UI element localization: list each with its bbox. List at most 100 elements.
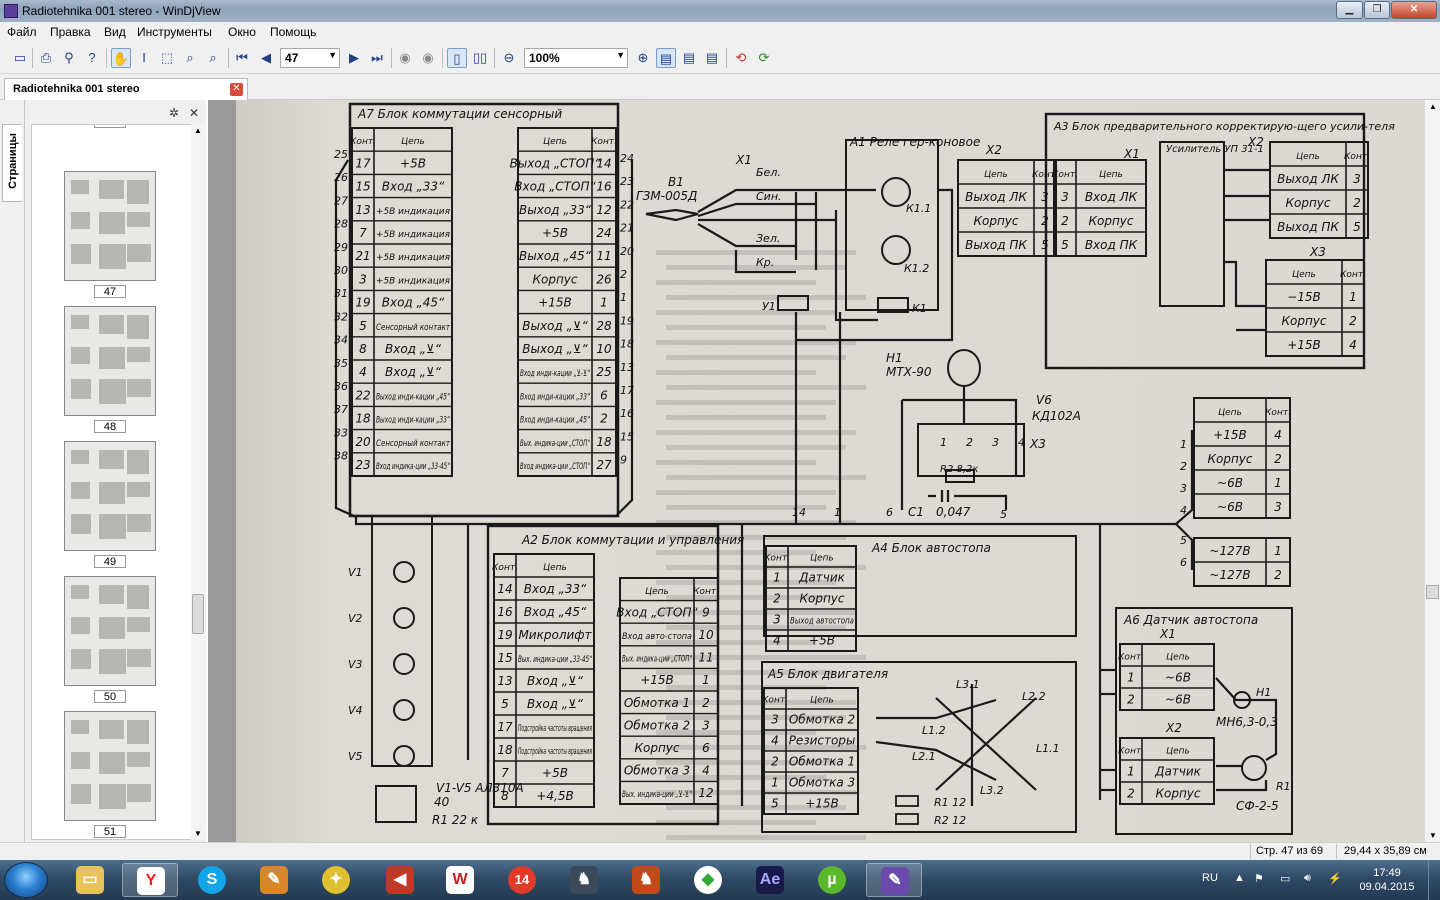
table-header-cell: Конт.	[1340, 270, 1366, 280]
close-tab-icon[interactable]: ✕	[230, 83, 243, 96]
clock[interactable]: 17:49 09.04.2015	[1352, 866, 1422, 894]
back-icon[interactable]: ◉	[395, 48, 415, 68]
table-cell: 7	[501, 766, 509, 780]
menu-file[interactable]: Файл	[7, 25, 37, 39]
show-desktop-button[interactable]	[1428, 860, 1440, 900]
open-icon[interactable]: ▭	[10, 48, 30, 68]
table-header-cell: Конт.	[1118, 652, 1144, 662]
scroll-down-icon[interactable]: ▼	[1429, 831, 1437, 840]
taskbar-app7[interactable]: W	[432, 863, 488, 897]
zoom-combo[interactable]: 100% ▼	[524, 48, 628, 68]
menu-window[interactable]: Окно	[228, 25, 256, 39]
table-cell: 26	[596, 272, 612, 286]
page-thumbnail[interactable]	[64, 306, 156, 416]
zoom-rect-icon[interactable]: ⌕	[203, 48, 223, 68]
table-cell: 2	[1353, 196, 1361, 210]
rotate-left-icon[interactable]: ⟲	[731, 48, 751, 68]
flag-icon[interactable]: ⚑	[1254, 872, 1264, 885]
settings-icon[interactable]: ✲	[169, 106, 179, 120]
find-icon[interactable]: ⚲	[59, 48, 79, 68]
schematic-label: 14	[792, 506, 806, 519]
prev-page-icon[interactable]: ◀	[256, 48, 276, 68]
page-thumbnail[interactable]	[64, 441, 156, 551]
table-header-cell: Цепь	[1166, 746, 1190, 756]
first-page-icon[interactable]: ⏮	[232, 48, 252, 68]
page-size: 29,44 x 35,89 см	[1344, 845, 1427, 857]
scrollbar-thumb[interactable]	[192, 594, 204, 634]
hand-tool-icon[interactable]: ✋	[111, 48, 131, 68]
taskbar: ▭ Y S ✎ ✦ ◀ W 14 ♞ ♞ ◆ Ae µ ✎ RU ▲ ⚑ ▭ 🔊…	[0, 860, 1440, 900]
text-select-icon[interactable]: I	[134, 48, 154, 68]
fit-width-icon[interactable]: ▤	[679, 48, 699, 68]
taskbar-app11[interactable]: ◆	[680, 863, 736, 897]
network-icon[interactable]: ▭	[1280, 872, 1290, 885]
taskbar-utorrent[interactable]: µ	[804, 863, 860, 897]
thumbnail-scrollbar[interactable]: ▲ ▼	[191, 124, 205, 840]
close-panel-icon[interactable]: ✕	[189, 106, 199, 120]
table-cell: Вход „СТОП“	[514, 180, 596, 194]
taskbar-explorer[interactable]: ▭	[62, 863, 118, 897]
table-cell: Вход „⊻“	[385, 342, 442, 356]
start-button[interactable]	[4, 862, 48, 898]
power-icon[interactable]: ⚡	[1328, 872, 1342, 885]
scroll-down-icon[interactable]: ▼	[194, 829, 202, 838]
close-button[interactable]: ✕	[1391, 1, 1437, 19]
taskbar-ae[interactable]: Ae	[742, 863, 798, 897]
language-indicator[interactable]: RU	[1202, 872, 1218, 884]
scroll-up-icon[interactable]: ▲	[1429, 102, 1437, 111]
forward-icon[interactable]: ◉	[418, 48, 438, 68]
maximize-button[interactable]: ❐	[1364, 1, 1390, 19]
menu-help[interactable]: Помощь	[270, 25, 316, 39]
pin-number: 34	[334, 334, 348, 347]
menu-view[interactable]: Вид	[104, 25, 126, 39]
app-icon: ✦	[322, 866, 350, 894]
taskbar-cs2[interactable]: ♞	[618, 863, 674, 897]
thumbnail-page-number: 48	[94, 420, 126, 433]
scroll-up-icon[interactable]: ▲	[194, 126, 202, 135]
table-cell: 11	[698, 651, 713, 665]
zoom-icon[interactable]: ⌕	[180, 48, 200, 68]
menu-tools[interactable]: Инструменты	[137, 25, 212, 39]
taskbar-yandex[interactable]: Y	[122, 863, 178, 897]
page-number-combo[interactable]: 47 ▼	[280, 48, 340, 68]
rotate-right-icon[interactable]: ⟳	[754, 48, 774, 68]
schematic-label: Зел.	[756, 232, 780, 245]
taskbar-app5[interactable]: ✦	[308, 863, 364, 897]
page-thumbnail[interactable]	[64, 171, 156, 281]
tab-pages[interactable]: Страницы	[2, 124, 22, 202]
next-page-icon[interactable]: ▶	[344, 48, 364, 68]
rect-select-icon[interactable]: ⬚	[157, 48, 177, 68]
page-thumbnail[interactable]	[64, 576, 156, 686]
single-page-icon[interactable]: ▯	[447, 48, 467, 68]
print-icon[interactable]: ⎙	[36, 48, 56, 68]
taskbar-skype[interactable]: S	[184, 863, 240, 897]
tab-document[interactable]: Radiotehnika 001 stereo ✕	[4, 78, 248, 100]
two-page-icon[interactable]: ▯▯	[470, 48, 490, 68]
zoom-in-icon[interactable]: ⊕	[633, 48, 653, 68]
document-scrollbar[interactable]: ▲ ▼	[1424, 100, 1440, 842]
background-text-line	[666, 475, 866, 480]
menu-edit[interactable]: Правка	[50, 25, 91, 39]
taskbar-windjview[interactable]: ✎	[866, 863, 922, 897]
table-header-cell: Цепь	[1218, 408, 1242, 418]
fit-page-icon[interactable]: ▤	[656, 48, 676, 68]
zoom-out-icon[interactable]: ⊖	[499, 48, 519, 68]
page-thumbnail[interactable]	[64, 711, 156, 821]
table-cell: ~6В	[1165, 692, 1191, 706]
volume-icon[interactable]: 🔊︎	[1304, 872, 1311, 885]
tray-expand-icon[interactable]: ▲	[1234, 872, 1245, 884]
minimize-button[interactable]: ▁	[1336, 1, 1363, 19]
actual-size-icon[interactable]: ▤	[702, 48, 722, 68]
scrollbar-thumb[interactable]	[1426, 585, 1439, 599]
table-cell: 2	[771, 755, 779, 769]
taskbar-app6[interactable]: ◀	[372, 863, 428, 897]
table-cell: Датчик	[798, 571, 846, 585]
taskbar-cs1[interactable]: ♞	[556, 863, 612, 897]
schematic-label: СФ-2-5	[1236, 799, 1279, 813]
document-view[interactable]: Конт. Цепь 17 +5В 15 Вход „33“ 13 +5В индикация…	[208, 100, 1424, 842]
taskbar-app8[interactable]: 14	[494, 863, 550, 897]
taskbar-paint[interactable]: ✎	[246, 863, 302, 897]
help-icon[interactable]: ?	[82, 48, 102, 68]
last-page-icon[interactable]: ⏭	[367, 48, 387, 68]
table-cell: 4	[771, 734, 779, 748]
